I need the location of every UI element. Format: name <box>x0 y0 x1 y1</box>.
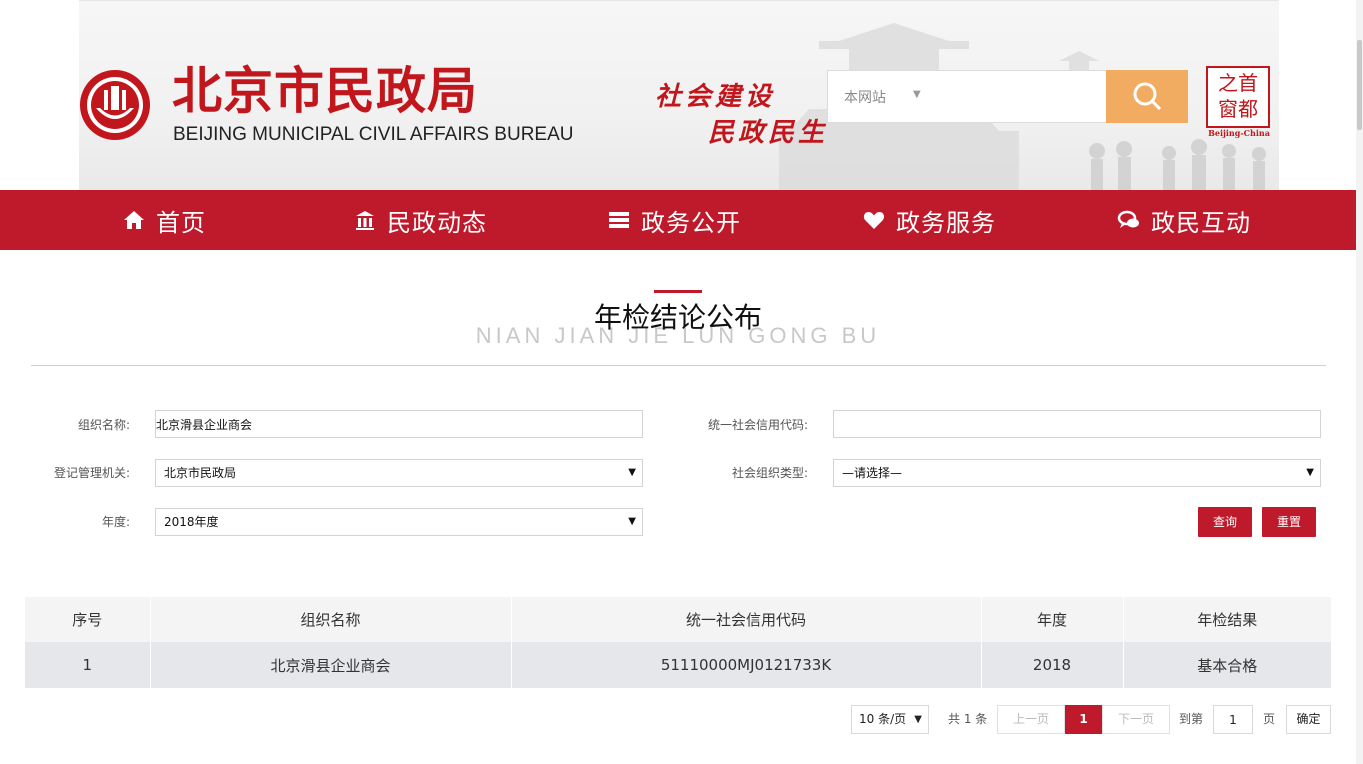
year-select[interactable]: 2018年度 ▼ <box>155 508 643 536</box>
query-button[interactable]: 查询 <box>1198 507 1252 537</box>
nav-item-interaction[interactable]: 政民互动 <box>1117 190 1251 250</box>
column-header: 组织名称 <box>150 597 512 642</box>
table-header-row: 序号 组织名称 统一社会信用代码 年度 年检结果 <box>25 597 1331 642</box>
search-input[interactable] <box>933 81 1098 113</box>
search-button[interactable] <box>1106 70 1188 123</box>
page-title: 年检结论公布 <box>593 301 762 334</box>
goto-confirm-button[interactable]: 确定 <box>1286 705 1331 734</box>
chevron-down-icon: ▼ <box>628 467 636 478</box>
org-type-selected-value: —请选择— <box>842 466 903 480</box>
nav-item-home[interactable]: 首页 <box>122 190 206 250</box>
org-type-label: 社会组织类型: <box>731 466 808 480</box>
column-header: 年度 <box>981 597 1124 642</box>
scrollbar-thumb[interactable] <box>1357 40 1362 130</box>
site-title-en: BEIJING MUNICIPAL CIVIL AFFAIRS BUREAU <box>173 124 574 145</box>
table-cell: 1 <box>25 642 151 688</box>
page-number-current[interactable]: 1 <box>1065 705 1102 734</box>
search-icon <box>1133 82 1162 111</box>
year-selected-value: 2018年度 <box>164 515 219 529</box>
slogan-line-1: 社会建设 <box>655 82 776 112</box>
next-page-button[interactable]: 下一页 <box>1102 705 1170 734</box>
nav-item-news[interactable]: 民政动态 <box>353 190 487 250</box>
table-row[interactable]: 1 北京滑县企业商会 51110000MJ0121733K 2018 基本合格 <box>25 642 1331 688</box>
chat-icon <box>1117 210 1139 228</box>
page-unit-label: 页 <box>1263 712 1276 726</box>
table-cell: 北京滑县企业商会 <box>150 642 512 688</box>
chevron-down-icon: ▼ <box>628 516 636 527</box>
authority-label: 登记管理机关: <box>53 466 130 480</box>
capital-window-logo: 之首 窗都 Beijing-China <box>1204 66 1274 140</box>
column-header: 统一社会信用代码 <box>511 597 982 642</box>
title-accent-bar <box>654 290 702 293</box>
capital-logo-graphic: 之首 窗都 Beijing-China <box>1206 66 1270 138</box>
capital-logo-line2: 窗都 <box>1218 97 1258 121</box>
year-label: 年度: <box>101 515 130 529</box>
main-nav: 首页 民政动态 政务公开 政务服务 政民互动 <box>0 190 1360 250</box>
site-title-cn: 北京市民政局 <box>172 61 478 120</box>
table-cell: 51110000MJ0121733K <box>511 642 982 688</box>
page-size-value: 10 条/页 <box>859 712 907 726</box>
results-table: 序号 组织名称 统一社会信用代码 年度 年检结果 1 北京滑县企业商会 5111… <box>25 597 1331 688</box>
chevron-down-icon: ▼ <box>914 714 922 725</box>
heart-icon <box>863 212 885 229</box>
org-type-select[interactable]: —请选择— ▼ <box>833 459 1321 487</box>
prev-page-button[interactable]: 上一页 <box>997 705 1065 734</box>
home-icon <box>124 211 144 229</box>
reset-button[interactable]: 重置 <box>1262 507 1316 537</box>
chevron-down-icon[interactable]: ▼ <box>913 89 921 100</box>
nav-item-label: 政务公开 <box>641 208 741 237</box>
table-cell: 2018 <box>981 642 1124 688</box>
authority-select[interactable]: 北京市民政局 ▼ <box>155 459 643 487</box>
credit-code-field[interactable] <box>833 410 1321 438</box>
column-header: 序号 <box>25 597 151 642</box>
capital-logo-caption: Beijing-China <box>1208 128 1270 138</box>
capital-logo-line1: 之首 <box>1218 71 1258 95</box>
nav-item-label: 首页 <box>156 208 206 237</box>
authority-selected-value: 北京市民政局 <box>164 466 237 480</box>
org-name-field[interactable] <box>155 410 643 438</box>
chevron-down-icon: ▼ <box>1306 467 1314 478</box>
search-scope-select[interactable]: 本网站 <box>844 87 886 107</box>
bureau-emblem-logo <box>80 70 150 140</box>
credit-code-label: 统一社会信用代码: <box>707 418 808 432</box>
nav-item-public-affairs[interactable]: 政务公开 <box>607 190 741 250</box>
table-cell: 基本合格 <box>1123 642 1331 688</box>
nav-item-label: 民政动态 <box>387 208 487 237</box>
search-box: 本网站 ▼ <box>827 70 1107 123</box>
site-header: 北京市民政局 BEIJING MUNICIPAL CIVIL AFFAIRS B… <box>0 0 1363 191</box>
goto-label: 到第 <box>1179 712 1204 726</box>
page-size-select[interactable]: 10 条/页 ▼ <box>851 705 929 734</box>
nav-item-services[interactable]: 政务服务 <box>862 190 996 250</box>
column-header: 年检结果 <box>1123 597 1331 642</box>
list-icon <box>609 212 629 228</box>
total-count: 共 1 条 <box>948 712 988 726</box>
org-name-label: 组织名称: <box>77 418 130 432</box>
divider <box>31 365 1326 366</box>
building-icon <box>356 211 374 230</box>
goto-page-input[interactable] <box>1213 705 1253 734</box>
nav-item-label: 政务服务 <box>896 208 996 237</box>
slogan-line-2: 民政民生 <box>708 118 829 148</box>
nav-item-label: 政民互动 <box>1151 208 1251 237</box>
